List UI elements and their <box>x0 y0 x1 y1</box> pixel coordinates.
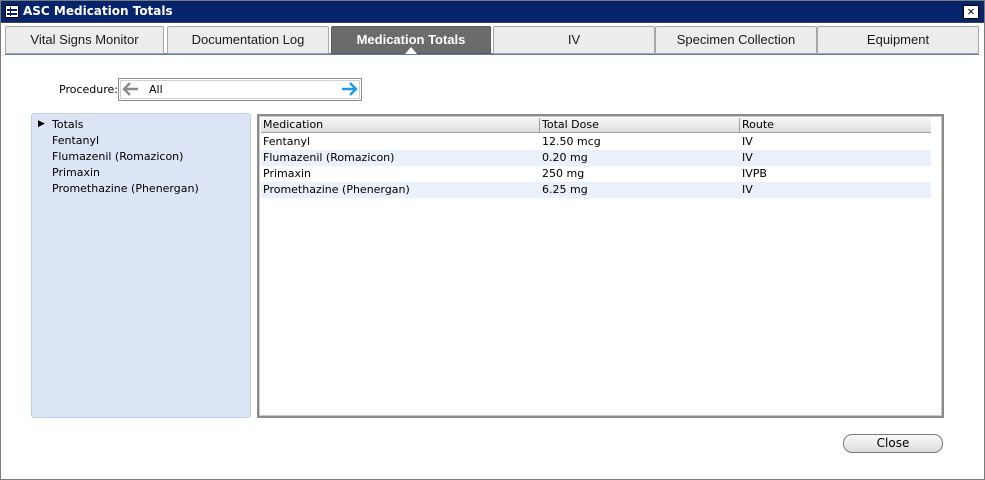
cell-medication: Primaxin <box>263 167 312 180</box>
title-bar[interactable]: ASC Medication Totals ✕ <box>1 1 984 23</box>
arrow-right-icon[interactable] <box>339 80 359 98</box>
table-row[interactable]: Flumazenil (Romazicon) 0.20 mg IV <box>261 150 931 166</box>
cell-route: IV <box>742 151 753 164</box>
medication-totals-table: Medication Total Dose Route Fentanyl 12.… <box>257 114 944 418</box>
table-row[interactable]: Fentanyl 12.50 mcg IV <box>261 134 931 150</box>
tab-equipment[interactable]: Equipment <box>817 26 979 54</box>
tree-item-promethazine[interactable]: Promethazine (Phenergan) <box>52 182 199 195</box>
tab-bar: Vital Signs Monitor Documentation Log Me… <box>5 25 979 55</box>
procedure-value: All <box>149 83 163 96</box>
tab-iv[interactable]: IV <box>493 26 655 54</box>
column-header-route[interactable]: Route <box>740 118 931 133</box>
cell-route: IV <box>742 135 753 148</box>
table-header: Medication Total Dose Route <box>261 118 931 133</box>
medication-tree: ▶ Totals Fentanyl Flumazenil (Romazicon)… <box>31 113 251 418</box>
cell-route: IVPB <box>742 167 767 180</box>
cell-route: IV <box>742 183 753 196</box>
tree-item-totals[interactable]: Totals <box>52 118 83 131</box>
cell-total-dose: 250 mg <box>542 167 585 180</box>
tree-item-flumazenil[interactable]: Flumazenil (Romazicon) <box>52 150 183 163</box>
close-window-icon[interactable]: ✕ <box>963 5 979 19</box>
close-button[interactable]: Close <box>843 434 943 453</box>
table-row[interactable]: Primaxin 250 mg IVPB <box>261 166 931 182</box>
tab-specimen-collection[interactable]: Specimen Collection <box>655 26 817 54</box>
cell-medication: Flumazenil (Romazicon) <box>263 151 395 164</box>
expand-arrow-icon[interactable]: ▶ <box>38 119 45 129</box>
cell-medication: Fentanyl <box>263 135 311 148</box>
arrow-left-icon[interactable] <box>121 80 141 98</box>
cell-total-dose: 12.50 mcg <box>542 135 601 148</box>
cell-total-dose: 6.25 mg <box>542 183 588 196</box>
tree-item-fentanyl[interactable]: Fentanyl <box>52 134 99 147</box>
medication-totals-window: ASC Medication Totals ✕ Vital Signs Moni… <box>0 0 985 480</box>
table-row[interactable]: Promethazine (Phenergan) 6.25 mg IV <box>261 182 931 198</box>
tree-item-primaxin[interactable]: Primaxin <box>52 166 100 179</box>
procedure-label: Procedure: <box>59 83 118 96</box>
column-header-medication[interactable]: Medication <box>261 118 540 133</box>
cell-medication: Promethazine (Phenergan) <box>263 183 410 196</box>
procedure-selector[interactable]: All <box>118 78 362 101</box>
tab-documentation-log[interactable]: Documentation Log <box>167 26 329 54</box>
active-tab-indicator <box>405 47 417 54</box>
cell-total-dose: 0.20 mg <box>542 151 588 164</box>
window-title: ASC Medication Totals <box>23 4 173 18</box>
tab-vital-signs-monitor[interactable]: Vital Signs Monitor <box>5 26 164 54</box>
column-header-total-dose[interactable]: Total Dose <box>540 118 740 133</box>
grid-app-icon <box>5 5 19 18</box>
